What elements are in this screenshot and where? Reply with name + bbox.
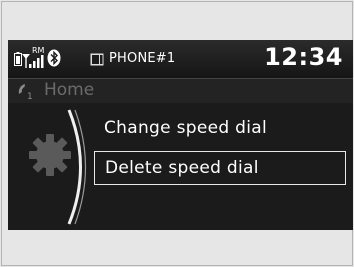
menu-item-label: Delete speed dial xyxy=(105,158,259,178)
menu-item-delete-speed-dial[interactable]: Delete speed dial xyxy=(94,151,346,185)
status-bar: RM PHONE#1 12:34 xyxy=(8,40,353,78)
bluetooth-icon xyxy=(47,49,61,67)
phone-icon xyxy=(90,53,104,66)
menu-item-label: Change speed dial xyxy=(104,118,268,138)
clock-time: 12:34 xyxy=(264,43,343,71)
phone-index-label: 1 xyxy=(27,92,33,100)
menu-item-change-speed-dial[interactable]: Change speed dial xyxy=(94,112,346,144)
header-bar: 1 Home xyxy=(8,79,353,103)
rm-label: RM xyxy=(32,46,45,55)
signal-strength-icon: RM xyxy=(22,46,45,68)
phone-name-label: PHONE#1 xyxy=(109,51,176,66)
handset-icon: 1 xyxy=(18,84,33,100)
selector-bracket-icon xyxy=(67,109,87,225)
battery-icon xyxy=(14,52,22,66)
display-screen: RM PHONE#1 12:34 1 Home Change speed dia… xyxy=(8,40,353,230)
page-title: Home xyxy=(44,80,95,100)
